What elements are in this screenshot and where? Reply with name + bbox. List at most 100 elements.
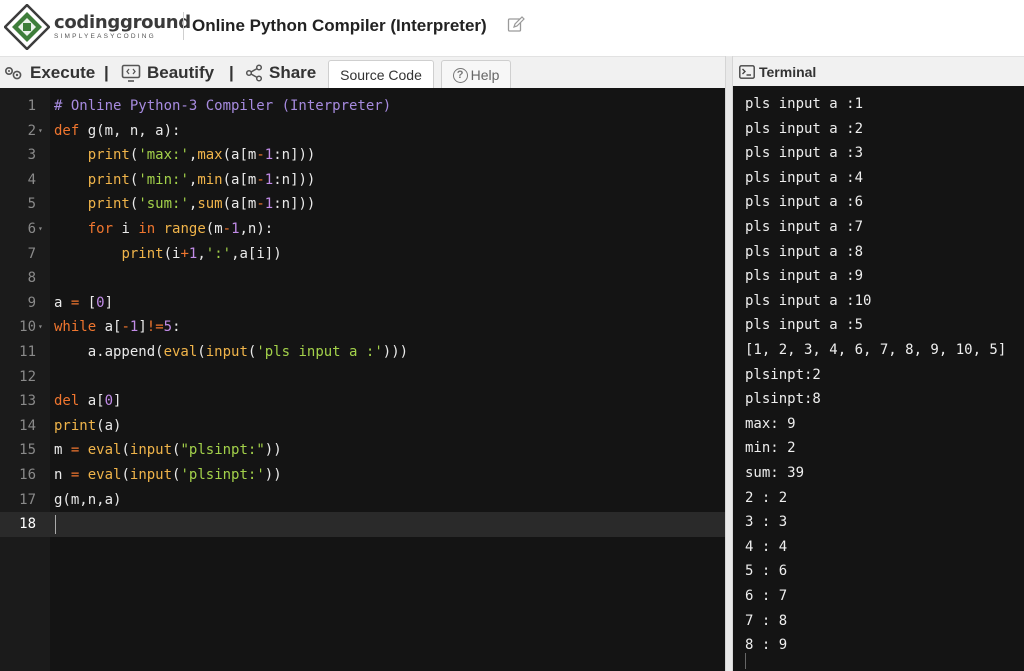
logo-icon[interactable] (4, 4, 50, 50)
terminal-line: sum: 39 (745, 465, 805, 481)
code-token: "plsinpt:" (180, 442, 265, 459)
pane-splitter[interactable] (725, 56, 733, 671)
code-token: ( (121, 467, 130, 483)
tab-help[interactable]: ? Help (441, 60, 511, 89)
terminal-line: 4 : 4 (745, 538, 788, 555)
code-line[interactable]: 12 (0, 365, 725, 390)
code-text: print('sum:',sum(a[m-1:n])) (54, 192, 316, 217)
code-token: ))) (382, 344, 409, 360)
code-token: # Online Python-3 Compiler (Interpreter) (54, 98, 392, 114)
terminal-line: max: 9 (745, 415, 796, 432)
code-token: print (87, 147, 130, 164)
fold-arrow-icon[interactable]: ▾ (38, 315, 43, 340)
code-token: - (121, 319, 130, 336)
code-token: in (138, 221, 156, 237)
terminal-line: pls input a :6 (745, 194, 864, 211)
terminal-line: 6 : 7 (745, 588, 788, 604)
code-line[interactable]: 6 ▾ for i in range(m-1,n): (0, 217, 725, 242)
code-token: 0 (96, 294, 105, 311)
code-line[interactable]: 8 (0, 266, 725, 291)
code-line[interactable]: 15 m = eval(input("plsinpt:")) (0, 438, 725, 463)
terminal-line: 3 : 3 (745, 514, 788, 531)
code-text: a.append(eval(input('pls input a :'))) (54, 340, 408, 365)
line-number: 17 (19, 491, 36, 508)
code-token: max (197, 147, 223, 164)
code-line[interactable]: 9 a = [0] (0, 291, 725, 316)
terminal-caret (745, 653, 746, 669)
terminal-line: pls input a :2 (745, 120, 864, 137)
code-line[interactable]: 16 n = eval(input('plsinpt:')) (0, 463, 725, 488)
fold-arrow-icon[interactable]: ▾ (38, 217, 43, 242)
code-token: eval (87, 467, 122, 483)
header-divider (183, 12, 184, 40)
code-token: i (113, 221, 139, 237)
code-token: 'plsinpt:' (180, 467, 265, 483)
terminal-line: pls input a :5 (745, 317, 864, 334)
code-token: n (54, 467, 71, 483)
terminal-line: min: 2 (745, 440, 796, 457)
code-token: + (180, 245, 189, 262)
code-text: def g(m, n, a): (54, 119, 180, 144)
code-line[interactable]: 11 a.append(eval(input('pls input a :'))… (0, 340, 725, 365)
line-number: 14 (19, 417, 36, 434)
code-line[interactable]: 17 g(m,n,a) (0, 488, 725, 513)
code-text: del a[0] (54, 389, 121, 414)
code-token: ] (104, 294, 114, 311)
line-number: 10 (19, 319, 36, 336)
line-number: 11 (19, 344, 36, 360)
toolbar-separator: | (104, 63, 109, 82)
execute-button[interactable]: Execute (4, 61, 95, 85)
terminal-output[interactable]: pls input a :1 pls input a :2 pls input a … (733, 86, 1024, 671)
code-token: print (87, 196, 130, 213)
terminal-line: [1, 2, 3, 4, 6, 7, 8, 9, 10, 5] (745, 342, 1007, 358)
brand-tagline: SIMPLYEASYCODING (54, 33, 156, 40)
code-line[interactable]: 4 print('min:',min(a[m-1:n])) (0, 168, 725, 193)
terminal-line: plsinpt:2 (745, 366, 821, 383)
code-line[interactable]: 2 ▾ def g(m, n, a): (0, 119, 725, 144)
line-number: 3 (27, 147, 36, 164)
terminal-line: pls input a :3 (745, 145, 864, 162)
fold-arrow-icon[interactable]: ▾ (38, 119, 43, 144)
code-text: print('min:',min(a[m-1:n])) (54, 168, 316, 193)
code-text: while a[-1]!=5: (54, 315, 181, 340)
code-editor[interactable]: 1 # Online Python-3 Compiler (Interpreter… (0, 88, 725, 671)
code-token: )) (264, 442, 282, 459)
code-token: a[ (79, 393, 105, 410)
code-line[interactable]: 1 # Online Python-3 Compiler (Interpreter… (0, 94, 725, 119)
code-token: - (256, 171, 265, 188)
edit-icon[interactable] (507, 16, 525, 34)
beautify-icon (121, 64, 141, 82)
code-line[interactable]: 10 ▾ while a[-1]!=5: (0, 315, 725, 340)
code-token: - (222, 221, 232, 237)
brand[interactable]: codingground SIMPLYEASYCODING (54, 14, 191, 41)
terminal-line: plsinpt:8 (745, 391, 821, 408)
tab-source-code[interactable]: Source Code (328, 60, 434, 89)
code-token: g(m, n, a): (79, 122, 181, 139)
share-button[interactable]: Share (245, 61, 316, 85)
code-line[interactable]: 13 del a[0] (0, 389, 725, 414)
code-line[interactable]: 7 print(i+1,':',a[i]) (0, 242, 725, 267)
code-line[interactable]: 3 print('max:',max(a[m-1:n])) (0, 143, 725, 168)
beautify-button[interactable]: Beautify (121, 61, 214, 85)
execute-gear-icon (4, 66, 22, 80)
code-line[interactable]: 18 (0, 512, 725, 537)
code-line[interactable]: 14 print(a) (0, 414, 725, 439)
line-number: 6 (27, 221, 36, 237)
terminal-line: 8 : 9 (745, 637, 788, 654)
code-token: ( (121, 442, 130, 459)
line-number: 2 (27, 122, 36, 139)
text-cursor (55, 515, 56, 535)
code-token: (i (163, 245, 181, 262)
terminal-line: 5 : 6 (745, 563, 788, 580)
code-token: :n])) (273, 196, 316, 213)
terminal-line: pls input a :7 (745, 219, 864, 235)
code-token: )) (264, 467, 282, 483)
code-token: g(m,n,a) (54, 491, 122, 508)
code-token: ] (113, 393, 122, 410)
line-number: 12 (19, 368, 36, 385)
code-token: 'max:' (138, 147, 189, 164)
line-number: 4 (27, 171, 36, 188)
code-line[interactable]: 5 print('sum:',sum(a[m-1:n])) (0, 192, 725, 217)
